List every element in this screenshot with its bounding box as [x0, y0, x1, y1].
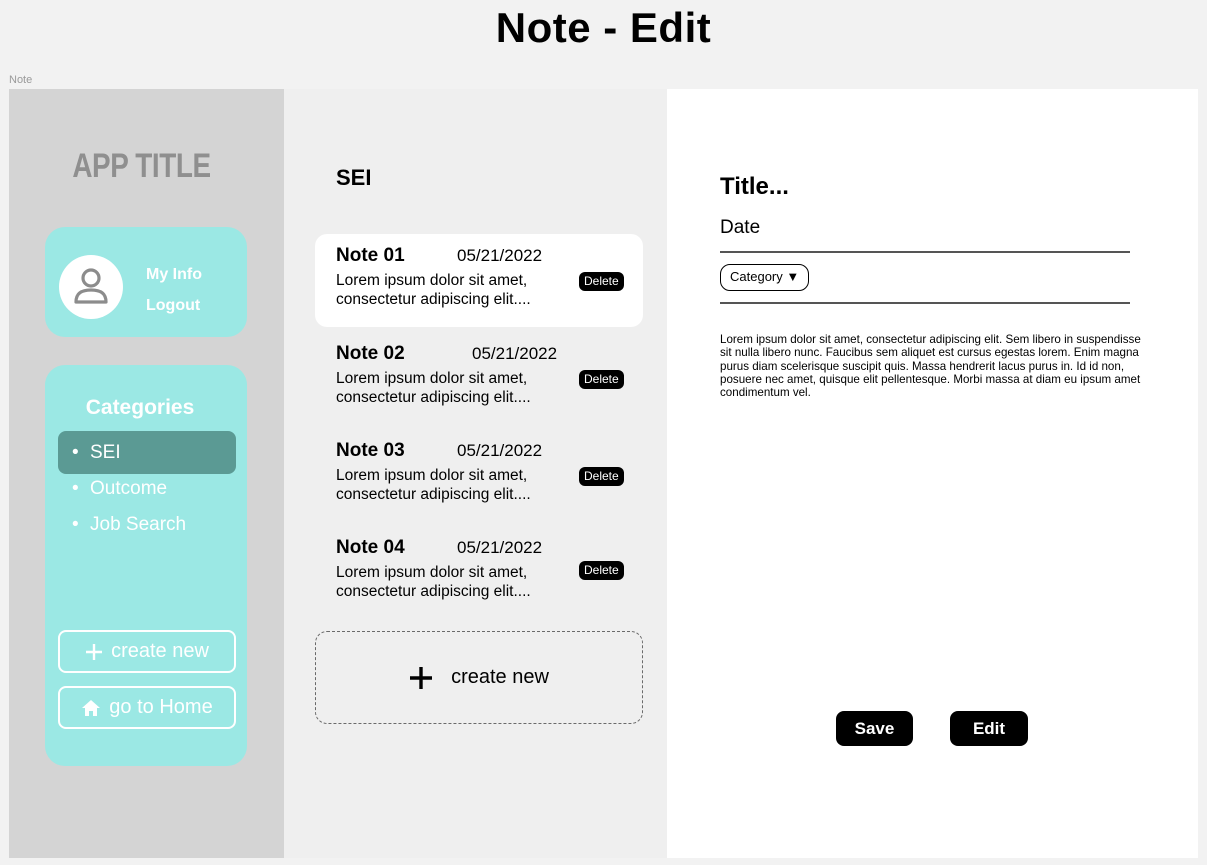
divider [720, 302, 1130, 304]
category-label: Job Search [90, 514, 187, 535]
note-snippet-line: consectetur adipiscing elit.... [336, 291, 531, 308]
bullet-icon: • [72, 514, 79, 535]
categories-title: Categories [85, 396, 195, 419]
category-item-job-search[interactable]: • Job Search [58, 503, 236, 546]
note-snippet-line: consectetur adipiscing elit.... [336, 486, 531, 503]
app-title: APP TITLE [72, 147, 211, 185]
note-list-panel: SEI Note 01 05/21/2022 Lorem ipsum dolor… [284, 89, 667, 858]
note-date: 05/21/2022 [457, 246, 543, 265]
app-frame: APP TITLE My Info Logout Categories • SEI… [9, 89, 1198, 858]
category-label: Outcome [90, 478, 168, 499]
page-title: Note - Edit [495, 4, 712, 51]
note-title: Note 04 [336, 537, 405, 558]
delete-button[interactable]: Delete [579, 467, 624, 486]
date-field[interactable]: Date [720, 217, 760, 239]
plus-icon [410, 666, 433, 689]
note-body-text[interactable]: Lorem ipsum dolor sit amet, consectetur … [720, 333, 1146, 399]
category-list: • SEI • Outcome • Job Search [58, 431, 236, 539]
note-date: 05/21/2022 [472, 344, 558, 363]
note-snippet-line: Lorem ipsum dolor sit amet, [336, 564, 528, 581]
note-snippet: Lorem ipsum dolor sit amet, consectetur a… [336, 369, 576, 407]
note-item[interactable]: Note 03 05/21/2022 Lorem ipsum dolor sit… [315, 429, 643, 522]
sidebar: APP TITLE My Info Logout Categories • SEI… [9, 89, 284, 858]
note-item[interactable]: Note 04 05/21/2022 Lorem ipsum dolor sit… [315, 526, 643, 619]
category-select[interactable]: Category ▼ [720, 264, 810, 291]
user-links: My Info Logout [146, 259, 202, 321]
note-snippet-line: Lorem ipsum dolor sit amet, [336, 467, 528, 484]
divider [720, 251, 1130, 253]
user-icon [74, 268, 108, 304]
note-title: Note 02 [336, 343, 405, 364]
note-snippet: Lorem ipsum dolor sit amet, consectetur a… [336, 271, 576, 309]
note-title: Note 01 [336, 245, 405, 266]
delete-button[interactable]: Delete [579, 561, 624, 580]
delete-button[interactable]: Delete [579, 370, 624, 389]
create-new-note-button[interactable]: create new [315, 631, 643, 724]
avatar[interactable] [59, 255, 123, 319]
home-icon [82, 699, 101, 716]
note-snippet: Lorem ipsum dolor sit amet, consectetur a… [336, 466, 576, 504]
logout-link[interactable]: Logout [146, 290, 202, 321]
save-button[interactable]: Save [836, 711, 913, 746]
create-new-label: create new [451, 666, 549, 688]
create-new-label: create new [111, 640, 209, 662]
note-snippet: Lorem ipsum dolor sit amet, consectetur a… [336, 563, 576, 601]
delete-button[interactable]: Delete [579, 272, 624, 291]
my-info-link[interactable]: My Info [146, 259, 202, 290]
note-editor: Title... Date Category ▼ Lorem ipsum dol… [667, 89, 1198, 858]
category-label: SEI [90, 442, 121, 463]
sidebar-create-new-button[interactable]: create new [58, 630, 236, 673]
plus-icon [86, 643, 103, 660]
frame-label: Note [9, 74, 33, 86]
list-heading: SEI [336, 165, 372, 190]
note-snippet-line: Lorem ipsum dolor sit amet, [336, 272, 528, 289]
go-home-button[interactable]: go to Home [58, 686, 236, 729]
note-item[interactable]: Note 02 05/21/2022 Lorem ipsum dolor sit… [315, 332, 643, 425]
note-date: 05/21/2022 [457, 441, 543, 460]
note-snippet-line: Lorem ipsum dolor sit amet, [336, 370, 528, 387]
user-card: My Info Logout [45, 227, 247, 337]
go-home-label: go to Home [109, 696, 213, 718]
title-field[interactable]: Title... [720, 173, 789, 201]
note-item[interactable]: Note 01 05/21/2022 Lorem ipsum dolor sit… [315, 234, 643, 327]
categories-card: Categories • SEI • Outcome • Job Search cre… [45, 365, 247, 766]
note-snippet-line: consectetur adipiscing elit.... [336, 389, 531, 406]
note-title: Note 03 [336, 440, 405, 461]
note-date: 05/21/2022 [457, 538, 543, 557]
edit-button[interactable]: Edit [950, 711, 1028, 746]
note-snippet-line: consectetur adipiscing elit.... [336, 583, 531, 600]
